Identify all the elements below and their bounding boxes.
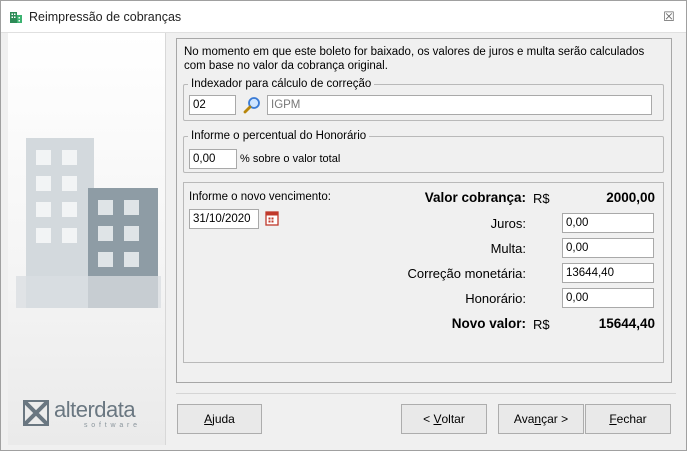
voltar-accel: V bbox=[433, 412, 442, 426]
building-app-icon bbox=[10, 12, 22, 23]
honorario-legend: Informe o percentual do Honorário bbox=[191, 130, 367, 142]
buildings-illustration-icon bbox=[16, 138, 161, 308]
honorario-percent-input[interactable]: 0,00 bbox=[189, 149, 237, 169]
fechar-button[interactable]: Fechar bbox=[585, 404, 671, 434]
novo-valor-value: 15644,40 bbox=[598, 316, 655, 331]
voltar-prefix: < bbox=[423, 412, 434, 426]
window-title: Reimpressão de cobranças bbox=[29, 10, 182, 24]
voltar-label: oltar bbox=[441, 412, 465, 426]
main-panel: No momento em que este boleto for baixad… bbox=[176, 38, 672, 383]
logo-subtext: software bbox=[84, 422, 141, 429]
correcao-label: Correção monetária: bbox=[407, 266, 527, 281]
indexador-name-field: IGPM bbox=[267, 95, 652, 115]
dialog-window: Reimpressão de cobranças ☒ alterdata sof… bbox=[0, 0, 687, 451]
valor-cobranca-value: 2000,00 bbox=[606, 190, 655, 205]
avancar-accel: n bbox=[534, 412, 542, 426]
honorario-value-input[interactable]: 0,00 bbox=[562, 288, 654, 308]
vencimento-date-input[interactable]: 31/10/2020 bbox=[189, 209, 259, 229]
indexador-legend: Indexador para cálculo de correção bbox=[191, 78, 372, 90]
novo-valor-currency: R$ bbox=[533, 317, 550, 332]
title-bar: Reimpressão de cobranças ☒ bbox=[1, 1, 686, 33]
multa-label: Multa: bbox=[490, 241, 526, 256]
ajuda-label: juda bbox=[212, 412, 235, 426]
honorario-value-label: Honorário: bbox=[465, 291, 526, 306]
vencimento-label: Informe o novo vencimento: bbox=[189, 191, 331, 203]
ajuda-accel: A bbox=[204, 412, 213, 426]
honorario-group: Informe o percentual do Honorário bbox=[183, 130, 664, 173]
honorario-suffix: % sobre o valor total bbox=[240, 153, 341, 165]
indexador-code-input[interactable]: 02 bbox=[189, 95, 236, 115]
ajuda-button[interactable]: Ajuda bbox=[177, 404, 262, 434]
side-banner: alterdata software bbox=[8, 33, 166, 445]
novo-valor-label: Novo valor: bbox=[451, 316, 526, 331]
alterdata-mark-icon bbox=[23, 400, 49, 426]
correcao-input[interactable]: 13644,40 bbox=[562, 263, 654, 283]
valor-cobranca-currency: R$ bbox=[533, 191, 550, 206]
footer-bar: Ajuda < Voltar Ava n çar > Fechar bbox=[176, 393, 676, 443]
search-icon[interactable] bbox=[243, 96, 261, 114]
avancar-prefix: Ava bbox=[513, 412, 535, 426]
intro-text: No momento em que este boleto for baixad… bbox=[184, 46, 645, 72]
avancar-label: çar > bbox=[541, 412, 569, 426]
voltar-button[interactable]: < Voltar bbox=[401, 404, 487, 434]
juros-label: Juros: bbox=[490, 216, 526, 231]
close-icon: ☒ bbox=[663, 9, 675, 24]
calendar-icon[interactable] bbox=[265, 210, 279, 226]
logo-text: alterdata bbox=[54, 397, 136, 422]
fechar-label: echar bbox=[616, 412, 647, 426]
fechar-accel: F bbox=[609, 412, 617, 426]
valor-cobranca-label: Valor cobrança: bbox=[424, 190, 526, 205]
alterdata-logo: alterdata software bbox=[22, 397, 157, 431]
juros-input[interactable]: 0,00 bbox=[562, 213, 654, 233]
close-button[interactable]: ☒ bbox=[658, 7, 680, 27]
multa-input[interactable]: 0,00 bbox=[562, 238, 654, 258]
avancar-button[interactable]: Ava n çar > bbox=[498, 404, 584, 434]
